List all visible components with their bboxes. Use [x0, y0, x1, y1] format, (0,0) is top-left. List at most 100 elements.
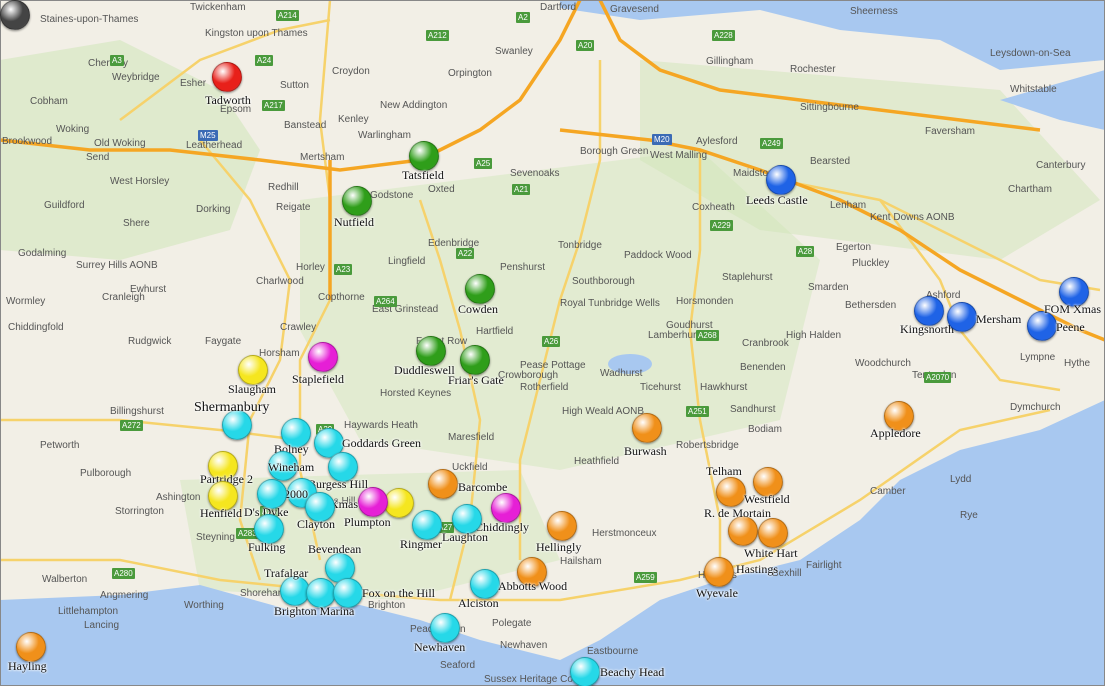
place-label: Lydd	[950, 474, 972, 485]
map-marker-orange[interactable]	[704, 557, 734, 587]
map-marker-green[interactable]	[416, 336, 446, 366]
map-marker-orange[interactable]	[716, 477, 746, 507]
marker-label[interactable]: Hellingly	[536, 540, 581, 555]
marker-label[interactable]: Staplefield	[292, 372, 344, 387]
marker-label[interactable]: Abbotts Wood	[498, 579, 567, 594]
road-shield: A264	[374, 296, 397, 307]
place-label: Billingshurst	[110, 406, 164, 417]
marker-label[interactable]: Fulking	[248, 540, 285, 555]
marker-label[interactable]: Telham	[706, 464, 742, 479]
marker-label[interactable]: Duddleswell	[394, 363, 455, 378]
marker-label[interactable]: Tadworth	[205, 93, 251, 108]
map-marker-cyan[interactable]	[470, 569, 500, 599]
marker-label[interactable]: 2000	[284, 487, 308, 502]
marker-label[interactable]: Slaugham	[228, 382, 276, 397]
marker-label[interactable]: Friar's Gate	[448, 373, 504, 388]
place-label: Leatherhead	[186, 140, 243, 151]
place-label: Rochester	[790, 64, 836, 75]
place-label: Lenham	[830, 200, 867, 211]
map-canvas[interactable]: Staines-upon-Thames Twickenham Kingston up…	[0, 0, 1105, 686]
road-shield: A272	[120, 420, 143, 431]
marker-label[interactable]: Fox on the Hill	[362, 586, 435, 601]
map-marker-green[interactable]	[409, 141, 439, 171]
marker-label[interactable]: Peene	[1056, 320, 1085, 335]
place-label: Rye	[960, 510, 978, 521]
marker-label[interactable]: Plumpton	[344, 515, 391, 530]
marker-label[interactable]: Hayling	[8, 659, 47, 674]
place-label: Lancing	[84, 620, 120, 631]
map-marker-cyan[interactable]	[430, 613, 460, 643]
marker-label[interactable]: Burgess Hill	[308, 477, 368, 492]
map-marker-orange[interactable]	[758, 518, 788, 548]
map-marker-green[interactable]	[465, 274, 495, 304]
marker-label[interactable]: R. de Mortain	[704, 506, 771, 521]
marker-label[interactable]: Alciston	[458, 596, 499, 611]
marker-label[interactable]: Wyevale	[696, 586, 738, 601]
map-marker-green[interactable]	[342, 186, 372, 216]
road-shield: A212	[426, 30, 449, 41]
place-label: Fairlight	[806, 560, 842, 571]
place-label: Chiddingfold	[8, 322, 64, 333]
place-label: Hythe	[1064, 358, 1091, 369]
map-marker-grey[interactable]	[0, 0, 30, 30]
map-marker-orange[interactable]	[632, 413, 662, 443]
marker-label[interactable]: Beachy Head	[600, 665, 664, 680]
marker-label[interactable]: Trafalgar	[264, 566, 308, 581]
marker-label[interactable]: Nutfield	[334, 215, 374, 230]
marker-label[interactable]: White Hart	[744, 546, 798, 561]
place-label: Orpington	[448, 68, 492, 79]
map-marker-magenta[interactable]	[308, 342, 338, 372]
place-label: Banstead	[284, 120, 327, 131]
marker-label[interactable]: Shermanbury	[194, 400, 269, 416]
marker-label[interactable]: Clayton	[297, 517, 335, 532]
map-marker-magenta[interactable]	[491, 493, 521, 523]
marker-label[interactable]: Newhaven	[414, 640, 465, 655]
map-marker-yellow[interactable]	[384, 488, 414, 518]
marker-label[interactable]: Ringmer	[400, 537, 442, 552]
map-marker-orange[interactable]	[547, 511, 577, 541]
place-label: Sandhurst	[730, 404, 776, 415]
place-label: Sevenoaks	[510, 168, 560, 179]
place-label: Chartham	[1008, 184, 1052, 195]
place-label: Oxted	[428, 184, 455, 195]
marker-label[interactable]: Laughton	[442, 530, 488, 545]
map-marker-orange[interactable]	[428, 469, 458, 499]
place-label: Send	[86, 152, 110, 163]
map-marker-cyan[interactable]	[570, 657, 600, 686]
map-marker-orange[interactable]	[16, 632, 46, 662]
road-shield: A26	[542, 336, 561, 347]
marker-label[interactable]: Kingsnorth	[900, 322, 954, 337]
place-label: Steyning	[196, 532, 235, 543]
map-marker-cyan[interactable]	[412, 510, 442, 540]
map-marker-blue[interactable]	[947, 302, 977, 332]
map-marker-yellow[interactable]	[238, 355, 268, 385]
marker-label[interactable]: Hastings	[736, 562, 778, 577]
place-label: Gravesend	[610, 4, 659, 15]
place-label: Storrington	[115, 506, 164, 517]
marker-label[interactable]: Henfield	[200, 506, 242, 521]
map-marker-red[interactable]	[212, 62, 242, 92]
marker-label[interactable]: Tatsfield	[402, 168, 444, 183]
marker-label[interactable]: Westfield	[744, 492, 790, 507]
place-label: Brookwood	[2, 136, 53, 147]
map-marker-green[interactable]	[460, 345, 490, 375]
place-label: Maresfield	[448, 432, 495, 443]
place-label: Staplehurst	[722, 272, 773, 283]
marker-label[interactable]: Wineham	[268, 460, 314, 475]
marker-label[interactable]: FOM Xmas	[1044, 302, 1101, 317]
marker-label[interactable]: Goddards Green	[342, 436, 421, 451]
marker-label[interactable]: Mersham	[976, 312, 1021, 327]
marker-label[interactable]: Burwash	[624, 444, 667, 459]
place-label: Brighton	[368, 600, 406, 611]
map-marker-cyan[interactable]	[333, 578, 363, 608]
place-label: Smarden	[808, 282, 849, 293]
map-marker-blue[interactable]	[766, 165, 796, 195]
place-label: Crowborough	[498, 370, 559, 381]
marker-label[interactable]: Bevendean	[308, 542, 361, 557]
marker-label[interactable]: Cowden	[458, 302, 498, 317]
marker-label[interactable]: Barcombe	[458, 480, 507, 495]
road-shield: A22	[456, 248, 475, 259]
marker-label[interactable]: Appledore	[870, 426, 921, 441]
marker-label[interactable]: Leeds Castle	[746, 193, 808, 208]
place-label: Reigate	[276, 202, 311, 213]
